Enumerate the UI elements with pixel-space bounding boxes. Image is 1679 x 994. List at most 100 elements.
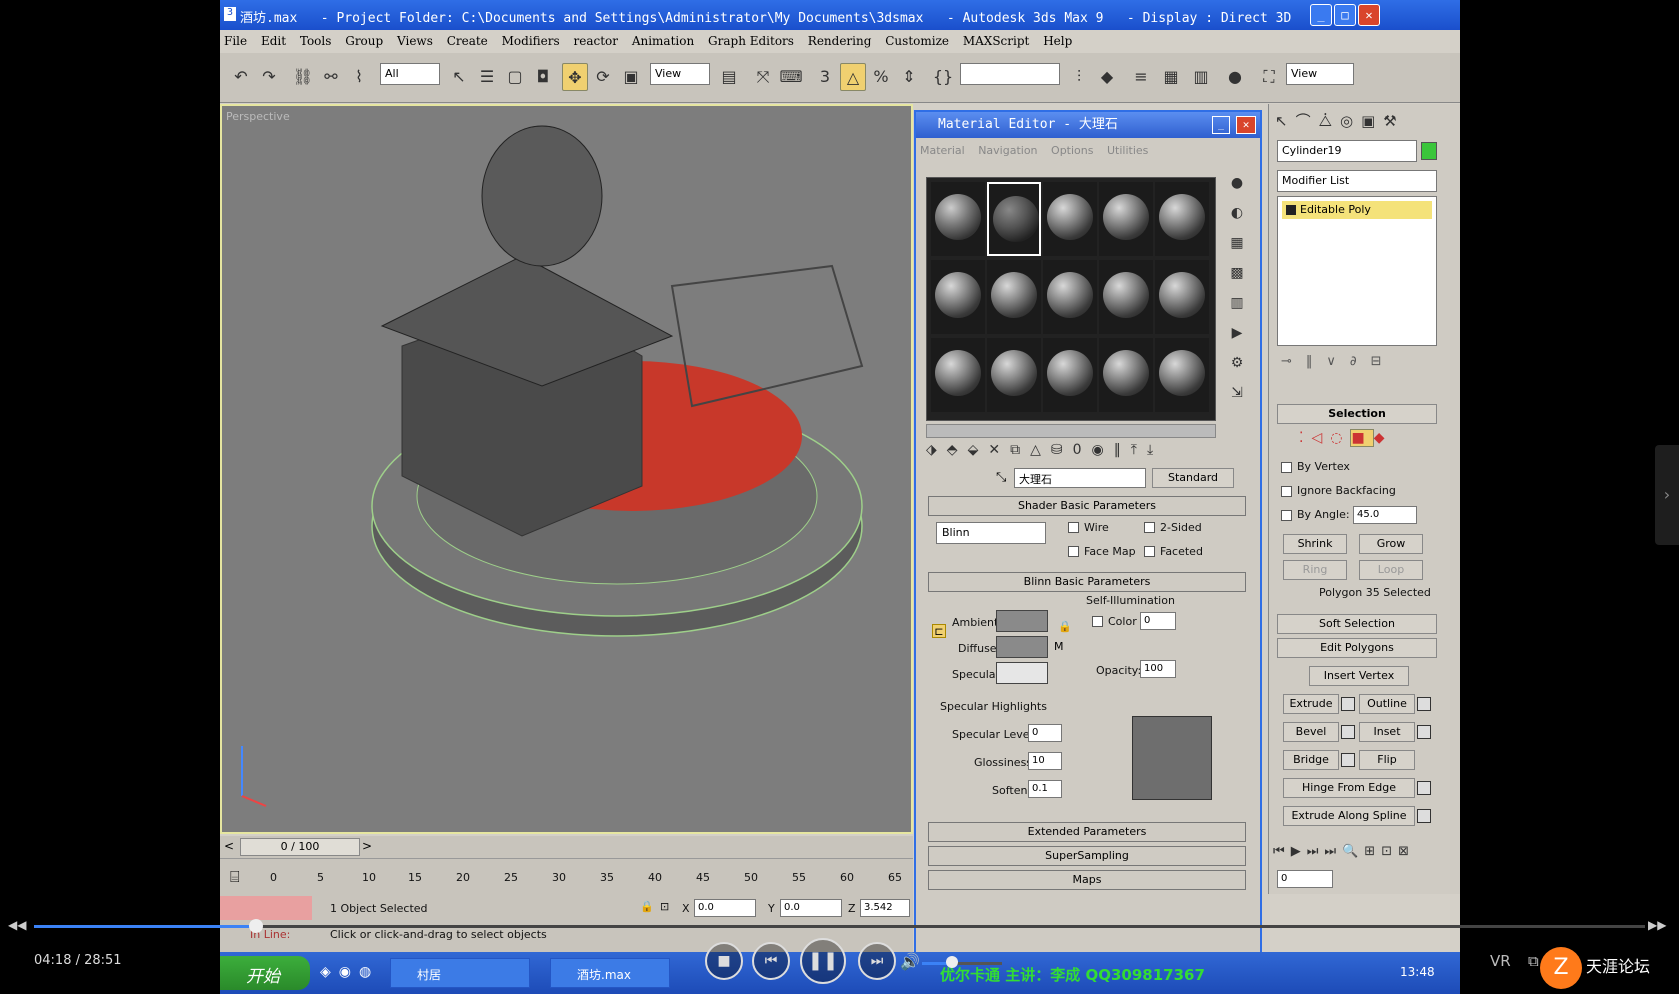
menu-animation[interactable]: Animation: [632, 34, 694, 48]
sample-slot[interactable]: [931, 260, 985, 334]
glossiness-spinner[interactable]: 10: [1028, 752, 1062, 770]
face-map-checkbox[interactable]: [1068, 546, 1079, 557]
show-end-result-icon[interactable]: ‖: [1306, 354, 1327, 369]
sample-slot[interactable]: [931, 338, 985, 412]
reset-material-icon[interactable]: ✕: [988, 442, 1010, 458]
ref-coord-dropdown[interactable]: View: [650, 63, 710, 85]
menu-rendering[interactable]: Rendering: [808, 34, 872, 48]
menu-file[interactable]: File: [224, 34, 247, 48]
sample-slot[interactable]: [1099, 338, 1153, 412]
sample-slot-active[interactable]: [987, 182, 1041, 256]
menu-graph-editors[interactable]: Graph Editors: [708, 34, 794, 48]
menu-tools[interactable]: Tools: [300, 34, 332, 48]
sample-slot[interactable]: [987, 338, 1041, 412]
layer-manager-icon[interactable]: ≡: [1128, 63, 1154, 91]
track-bar[interactable]: ⌸ 0 5 10 15 20 25 30 35 40 45 50 55 60 6…: [220, 858, 913, 896]
show-map-icon[interactable]: ◉: [1092, 442, 1114, 458]
put-to-library-icon[interactable]: ⛁: [1051, 442, 1073, 458]
go-to-end-icon[interactable]: ⏭: [1324, 844, 1342, 859]
angle-snap-icon[interactable]: △: [840, 63, 866, 91]
rect-selection-icon[interactable]: ▢: [502, 63, 528, 91]
outline-settings-icon[interactable]: [1417, 697, 1431, 711]
material-name-field[interactable]: 大理石: [1014, 468, 1146, 488]
hierarchy-tab-icon[interactable]: ⧊: [1319, 112, 1340, 130]
current-frame-field[interactable]: 0: [1277, 870, 1333, 888]
loop-button[interactable]: Loop: [1359, 560, 1423, 580]
material-type-button[interactable]: Standard: [1152, 468, 1234, 488]
lock-ambient-diffuse-icon[interactable]: ⊏: [932, 624, 946, 638]
minimize-button[interactable]: _: [1212, 116, 1230, 134]
by-angle-spinner[interactable]: 45.0: [1353, 506, 1417, 524]
extrude-along-spline-button[interactable]: Extrude Along Spline: [1283, 806, 1415, 826]
make-preview-icon[interactable]: ▶: [1222, 318, 1252, 348]
keyboard-shortcut-icon[interactable]: ⌨: [778, 63, 804, 91]
menu-reactor[interactable]: reactor: [573, 34, 618, 48]
diffuse-map-button[interactable]: M: [1054, 640, 1064, 653]
ignore-backfacing-checkbox[interactable]: [1281, 486, 1292, 497]
bevel-button[interactable]: Bevel: [1283, 722, 1339, 742]
redo-icon[interactable]: ↷: [256, 63, 282, 91]
modifier-list-dropdown[interactable]: Modifier List: [1277, 170, 1437, 192]
zoom-icon[interactable]: 🔍: [1342, 844, 1364, 859]
sample-slot[interactable]: [1155, 182, 1209, 256]
menu-modifiers[interactable]: Modifiers: [502, 34, 560, 48]
select-rotate-icon[interactable]: ⟳: [590, 63, 616, 91]
start-button[interactable]: 开始: [220, 956, 310, 990]
make-unique-icon[interactable]: △: [1030, 442, 1051, 458]
sample-slot[interactable]: [1099, 182, 1153, 256]
spec-level-spinner[interactable]: 0: [1028, 724, 1062, 742]
stack-item-editable-poly[interactable]: Editable Poly: [1282, 201, 1432, 219]
close-button[interactable]: ✕: [1358, 4, 1380, 26]
perspective-viewport[interactable]: Perspective: [220, 104, 913, 834]
menu-edit[interactable]: Edit: [261, 34, 286, 48]
menu-views[interactable]: Views: [397, 34, 433, 48]
sample-slot[interactable]: [1043, 338, 1097, 412]
bind-space-warp-icon[interactable]: ⌇: [346, 63, 372, 91]
select-scale-icon[interactable]: ▣: [618, 63, 644, 91]
menu-help[interactable]: Help: [1043, 34, 1072, 48]
diffuse-swatch[interactable]: [996, 636, 1048, 658]
window-crossing-icon[interactable]: ◘: [530, 63, 556, 91]
play-icon[interactable]: ▶: [1291, 844, 1307, 859]
motion-tab-icon[interactable]: ◎: [1340, 112, 1361, 130]
sample-slot[interactable]: [1099, 260, 1153, 334]
frame-counter[interactable]: 0 / 100: [240, 838, 360, 856]
spinner-snap-icon[interactable]: ⇕: [896, 63, 922, 91]
select-manipulate-icon[interactable]: ⤧: [750, 63, 776, 91]
select-move-icon[interactable]: ✥: [562, 63, 588, 91]
next-frame-arrow[interactable]: >: [362, 839, 372, 853]
y-coordinate-field[interactable]: 0.0: [780, 899, 842, 917]
polygon-level-icon[interactable]: ■: [1350, 429, 1374, 447]
remove-modifier-icon[interactable]: ∂: [1350, 354, 1371, 369]
sample-slot[interactable]: [1043, 182, 1097, 256]
wire-checkbox[interactable]: [1068, 522, 1079, 533]
mirror-icon[interactable]: ⫶: [1066, 63, 1092, 91]
by-vertex-checkbox[interactable]: [1281, 462, 1292, 473]
select-by-material-icon[interactable]: ⇲: [1222, 378, 1252, 408]
configure-sets-icon[interactable]: ⊟: [1371, 354, 1396, 369]
outline-button[interactable]: Outline: [1359, 694, 1415, 714]
track-bar-icon[interactable]: ⌸: [230, 867, 240, 887]
sample-slot[interactable]: [1043, 260, 1097, 334]
z-coordinate-field[interactable]: 3.542: [860, 899, 910, 917]
selection-filter-dropdown[interactable]: All: [380, 63, 440, 85]
insert-vertex-button[interactable]: Insert Vertex: [1309, 666, 1409, 686]
rollout-extended[interactable]: Extended Parameters: [928, 822, 1246, 842]
rollout-blinn-basic[interactable]: Blinn Basic Parameters: [928, 572, 1246, 592]
quick-launch-icon[interactable]: ◉: [339, 964, 359, 980]
collapse-icon[interactable]: [1286, 205, 1296, 215]
snaps-toggle-icon[interactable]: 3: [812, 63, 838, 91]
rollout-edit-polygons[interactable]: Edit Polygons: [1277, 638, 1437, 658]
slots-scrollbar[interactable]: [926, 424, 1216, 438]
render-type-dropdown[interactable]: View: [1286, 63, 1354, 85]
go-to-parent-icon[interactable]: ⤒: [1131, 442, 1147, 458]
pause-button[interactable]: ❚❚: [800, 938, 846, 984]
rollout-selection[interactable]: Selection: [1277, 404, 1437, 424]
edge-level-icon[interactable]: ◁: [1311, 430, 1330, 446]
minimize-button[interactable]: _: [1310, 4, 1332, 26]
menu-options[interactable]: Options: [1051, 144, 1093, 157]
curve-editor-icon[interactable]: ▦: [1158, 63, 1184, 91]
link-icon[interactable]: ⛓: [290, 63, 316, 91]
taskbar-item[interactable]: 酒坊.max: [550, 958, 670, 988]
rewind-icon[interactable]: ◀◀: [8, 918, 26, 932]
